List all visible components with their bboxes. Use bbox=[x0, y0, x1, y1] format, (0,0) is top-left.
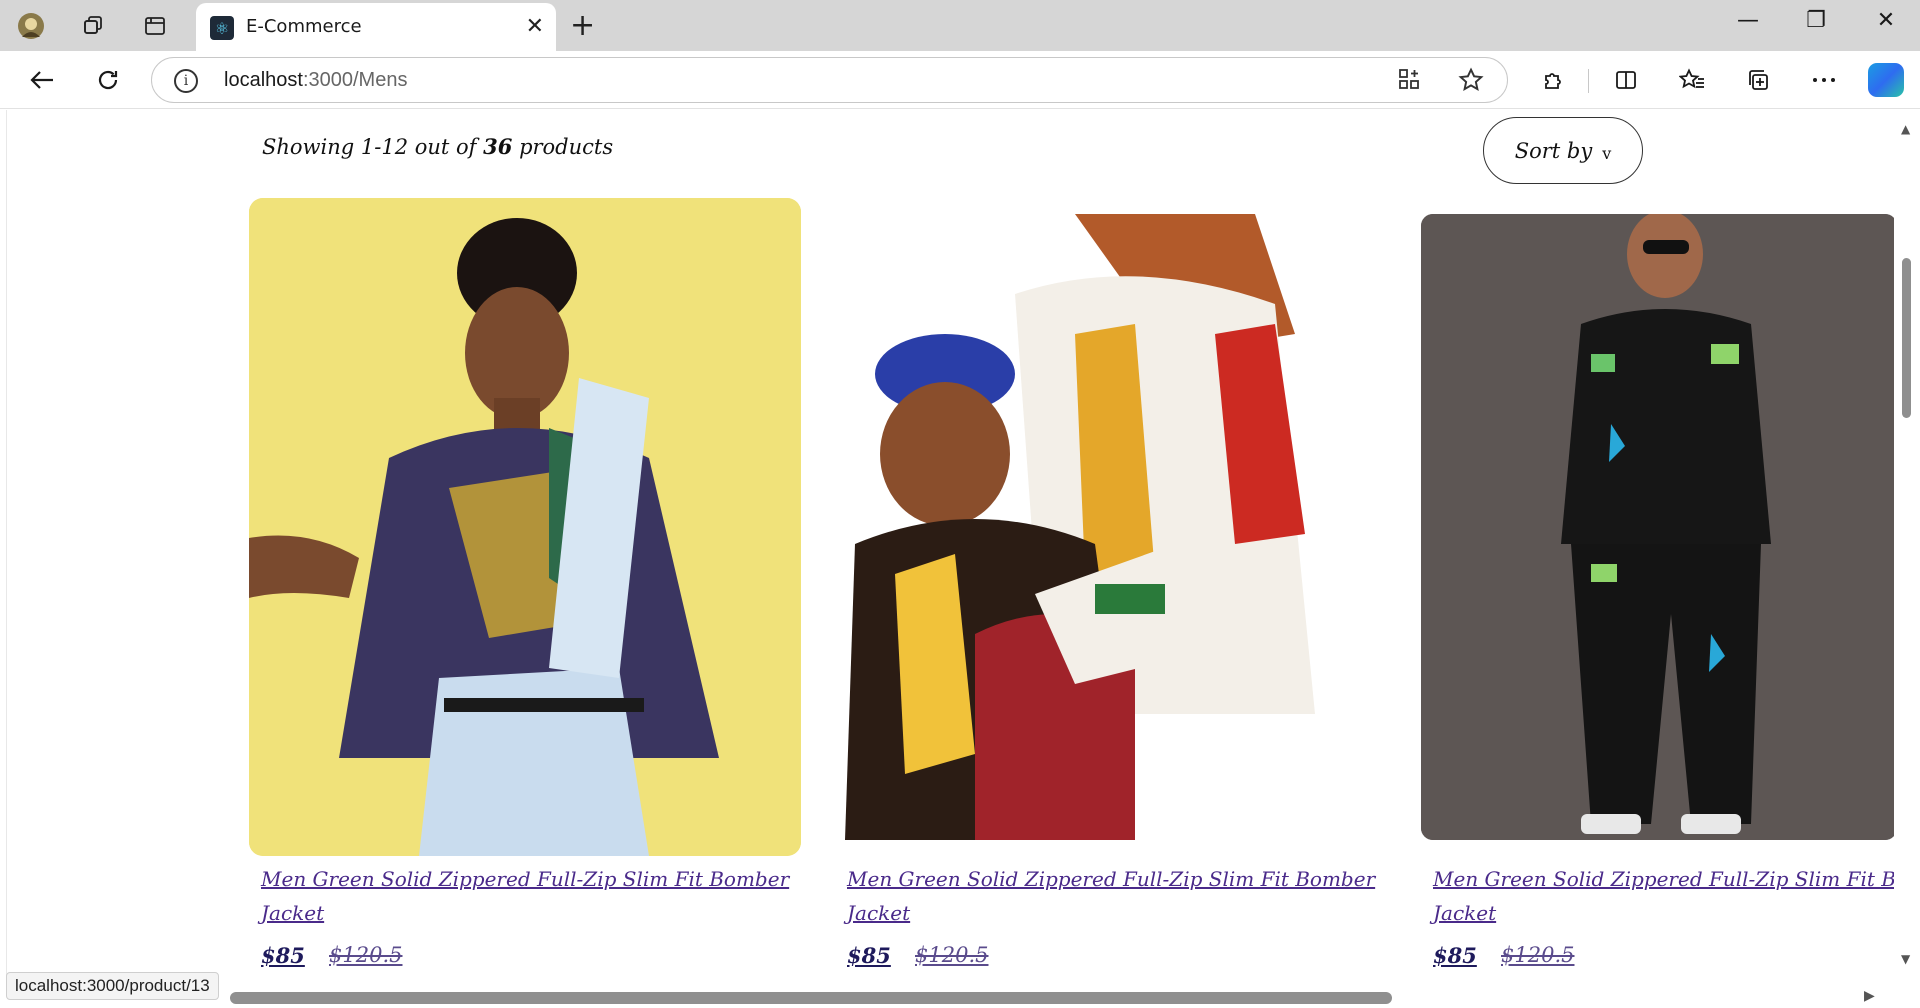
new-tab-button[interactable]: + bbox=[570, 8, 595, 43]
favorites-icon[interactable] bbox=[1672, 62, 1712, 98]
scroll-right-icon[interactable]: ▶ bbox=[1864, 988, 1875, 1004]
results-count: Showing 1-12 out of 36 products bbox=[262, 134, 613, 159]
tab-title: E-Commerce bbox=[246, 16, 362, 37]
tab-ecommerce[interactable]: ⚛ E-Commerce ✕ bbox=[196, 3, 556, 51]
restore-button[interactable]: ❐ bbox=[1796, 8, 1836, 33]
close-tab-icon[interactable]: ✕ bbox=[526, 14, 544, 39]
url-path: :3000/Mens bbox=[302, 69, 408, 91]
scroll-up-icon[interactable]: ▲ bbox=[1901, 122, 1910, 136]
tab-actions-icon[interactable] bbox=[138, 10, 172, 42]
copilot-icon[interactable] bbox=[1868, 63, 1904, 97]
results-count-prefix: Showing 1-12 out of bbox=[262, 135, 477, 159]
product-image[interactable] bbox=[1421, 214, 1897, 840]
profile-icon[interactable] bbox=[14, 10, 48, 42]
minimize-button[interactable]: — bbox=[1728, 8, 1768, 33]
tab-strip: ⚛ E-Commerce ✕ + — ❐ ✕ bbox=[0, 0, 1920, 51]
back-arrow-icon[interactable] bbox=[22, 62, 62, 98]
product-price: $85 bbox=[1433, 943, 1477, 968]
workspaces-icon[interactable] bbox=[76, 10, 110, 42]
react-logo-icon: ⚛ bbox=[210, 16, 234, 40]
product-price: $85 bbox=[261, 943, 305, 968]
results-total: 36 bbox=[483, 134, 513, 159]
address-bar[interactable]: i localhost:3000/Mens bbox=[151, 57, 1508, 103]
status-url-preview: localhost:3000/product/13 bbox=[6, 972, 219, 1000]
star-icon[interactable] bbox=[1458, 67, 1484, 99]
product-old-price: $120.5 bbox=[1501, 943, 1575, 967]
product-price: $85 bbox=[847, 943, 891, 968]
scroll-down-icon[interactable]: ▼ bbox=[1901, 952, 1910, 966]
app-install-icon[interactable] bbox=[1397, 67, 1421, 97]
horizontal-scrollbar[interactable]: ▶ bbox=[0, 982, 1894, 1008]
product-title-link[interactable]: Men Green Solid Zippered Full-Zip Slim F… bbox=[847, 862, 1387, 930]
product-card[interactable]: Men Green Solid Zippered Full-Zip Slim F… bbox=[1421, 198, 1897, 978]
product-image[interactable] bbox=[249, 198, 801, 856]
puzzle-icon[interactable] bbox=[1534, 62, 1574, 98]
more-icon[interactable] bbox=[1804, 62, 1844, 98]
info-icon[interactable]: i bbox=[174, 69, 198, 93]
results-count-suffix: products bbox=[519, 135, 614, 159]
split-screen-icon[interactable] bbox=[1606, 62, 1646, 98]
url-text[interactable]: localhost:3000/Mens bbox=[224, 69, 407, 92]
refresh-icon[interactable] bbox=[88, 62, 128, 98]
toolbar-separator bbox=[1588, 69, 1589, 93]
product-old-price: $120.5 bbox=[329, 943, 403, 967]
product-card[interactable]: Men Green Solid Zippered Full-Zip Slim F… bbox=[835, 198, 1395, 978]
sort-by-button[interactable]: Sort by v bbox=[1483, 117, 1643, 184]
product-card[interactable]: Men Green Solid Zippered Full-Zip Slim F… bbox=[249, 198, 809, 978]
product-title-link[interactable]: Men Green Solid Zippered Full-Zip Slim F… bbox=[1433, 862, 1897, 930]
content-frame: Showing 1-12 out of 36 products Sort by … bbox=[6, 110, 1897, 990]
product-old-price: $120.5 bbox=[915, 943, 989, 967]
close-window-button[interactable]: ✕ bbox=[1866, 8, 1906, 33]
sort-by-label: Sort by bbox=[1514, 138, 1593, 163]
product-image[interactable] bbox=[835, 214, 1371, 840]
page-viewport: Showing 1-12 out of 36 products Sort by … bbox=[0, 110, 1920, 1008]
horizontal-scroll-thumb[interactable] bbox=[230, 992, 1392, 1004]
url-host: localhost bbox=[224, 69, 303, 91]
product-title-link[interactable]: Men Green Solid Zippered Full-Zip Slim F… bbox=[261, 862, 801, 930]
chevron-down-icon: v bbox=[1602, 144, 1612, 163]
browser-toolbar: i localhost:3000/Mens bbox=[0, 51, 1920, 109]
vertical-scroll-thumb[interactable] bbox=[1902, 258, 1911, 418]
collections-icon[interactable] bbox=[1738, 62, 1778, 98]
vertical-scrollbar[interactable]: ▲ ▼ bbox=[1894, 110, 1920, 990]
